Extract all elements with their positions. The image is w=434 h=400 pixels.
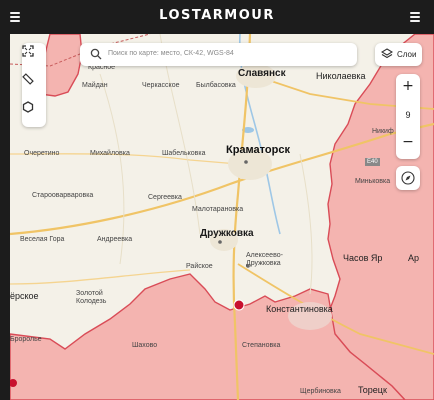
hexagon-icon bbox=[22, 101, 34, 113]
place-cherkasskoe: Черкасское bbox=[142, 82, 180, 89]
right-menu-button[interactable] bbox=[408, 9, 426, 25]
zoom-control: + 9 − bbox=[396, 74, 420, 159]
place-erskoe: ёрское bbox=[10, 291, 39, 301]
tool-panel bbox=[22, 43, 46, 127]
fullscreen-button[interactable] bbox=[22, 45, 46, 69]
place-andreevka: Андреевка bbox=[97, 236, 133, 243]
top-bar: LOSTARMOUR bbox=[0, 0, 434, 34]
zoom-out-button[interactable]: − bbox=[396, 134, 420, 150]
place-ocheretino: Очеретино bbox=[24, 150, 60, 157]
measure-button[interactable] bbox=[22, 73, 46, 97]
settlement-dot bbox=[218, 240, 222, 244]
place-maydan: Майдан bbox=[82, 82, 108, 89]
layers-label: Слои bbox=[397, 50, 417, 59]
zoom-in-button[interactable]: + bbox=[396, 78, 420, 94]
place-malotaranovka: Малотарановка bbox=[192, 206, 244, 213]
map-canvas[interactable]: Красное Майдан Черкасское Былбасовка Сла… bbox=[10, 34, 434, 400]
polygon-button[interactable] bbox=[22, 101, 46, 125]
place-bylbasovka: Былбасовка bbox=[196, 82, 236, 89]
place-shabelkovka: Шабельковка bbox=[162, 150, 206, 157]
ruler-icon bbox=[22, 73, 34, 85]
place-nikolaevka: Николаевка bbox=[316, 71, 366, 81]
place-druzhkovka: Дружковка bbox=[200, 228, 254, 239]
place-stepanovka: Степановка bbox=[242, 342, 281, 349]
compass-icon bbox=[401, 171, 415, 185]
settlement-dot-3 bbox=[244, 160, 248, 164]
event-marker bbox=[233, 299, 245, 311]
compass-button[interactable] bbox=[396, 166, 420, 190]
place-shcherbinovka: Щербиновка bbox=[300, 388, 341, 395]
place-minkovka: Миньковка bbox=[355, 178, 391, 185]
zoom-level: 9 bbox=[405, 110, 411, 120]
place-bropolye: Броpолье bbox=[10, 336, 42, 343]
place-veselaya-gora: Веселая Гора bbox=[20, 236, 65, 243]
place-zolotoy-kolodez: Золотой Колодезь bbox=[76, 290, 107, 305]
road-label-e40: E40 bbox=[365, 158, 380, 166]
place-slavyansk: Славянск bbox=[238, 68, 286, 79]
place-nikif: Никиф bbox=[372, 128, 394, 135]
app-logo: LOSTARMOUR bbox=[159, 8, 275, 23]
search-placeholder: Поиск по карте: место, СК-42, WGS-84 bbox=[108, 50, 234, 57]
fullscreen-icon bbox=[22, 45, 34, 57]
layers-button[interactable]: Слои bbox=[375, 43, 422, 66]
place-toretsk: Торецк bbox=[358, 385, 387, 395]
place-kramatorsk: Краматорск bbox=[226, 144, 290, 156]
place-shakhovo: Шахово bbox=[132, 342, 158, 349]
place-chasov-yar: Часов Яр bbox=[343, 253, 383, 263]
map-search-bar[interactable]: Поиск по карте: место, СК-42, WGS-84 bbox=[80, 43, 357, 66]
layers-icon bbox=[381, 48, 393, 59]
place-konstantinovka: Константиновка bbox=[266, 304, 333, 314]
place-mikhaylovka: Михайловка bbox=[90, 150, 130, 157]
place-ap: Ар bbox=[408, 253, 420, 263]
left-edge bbox=[0, 34, 10, 400]
place-rayskoe: Райское bbox=[186, 263, 213, 270]
search-icon bbox=[90, 48, 102, 60]
place-alekseevo-druzhkovka: Алексеево- Дружковка bbox=[246, 252, 283, 267]
place-starovarvarovka: Старооварваровка bbox=[32, 192, 94, 199]
road-minor-3 bbox=[299, 153, 313, 295]
place-sergeevka: Сергеевка bbox=[148, 194, 182, 201]
